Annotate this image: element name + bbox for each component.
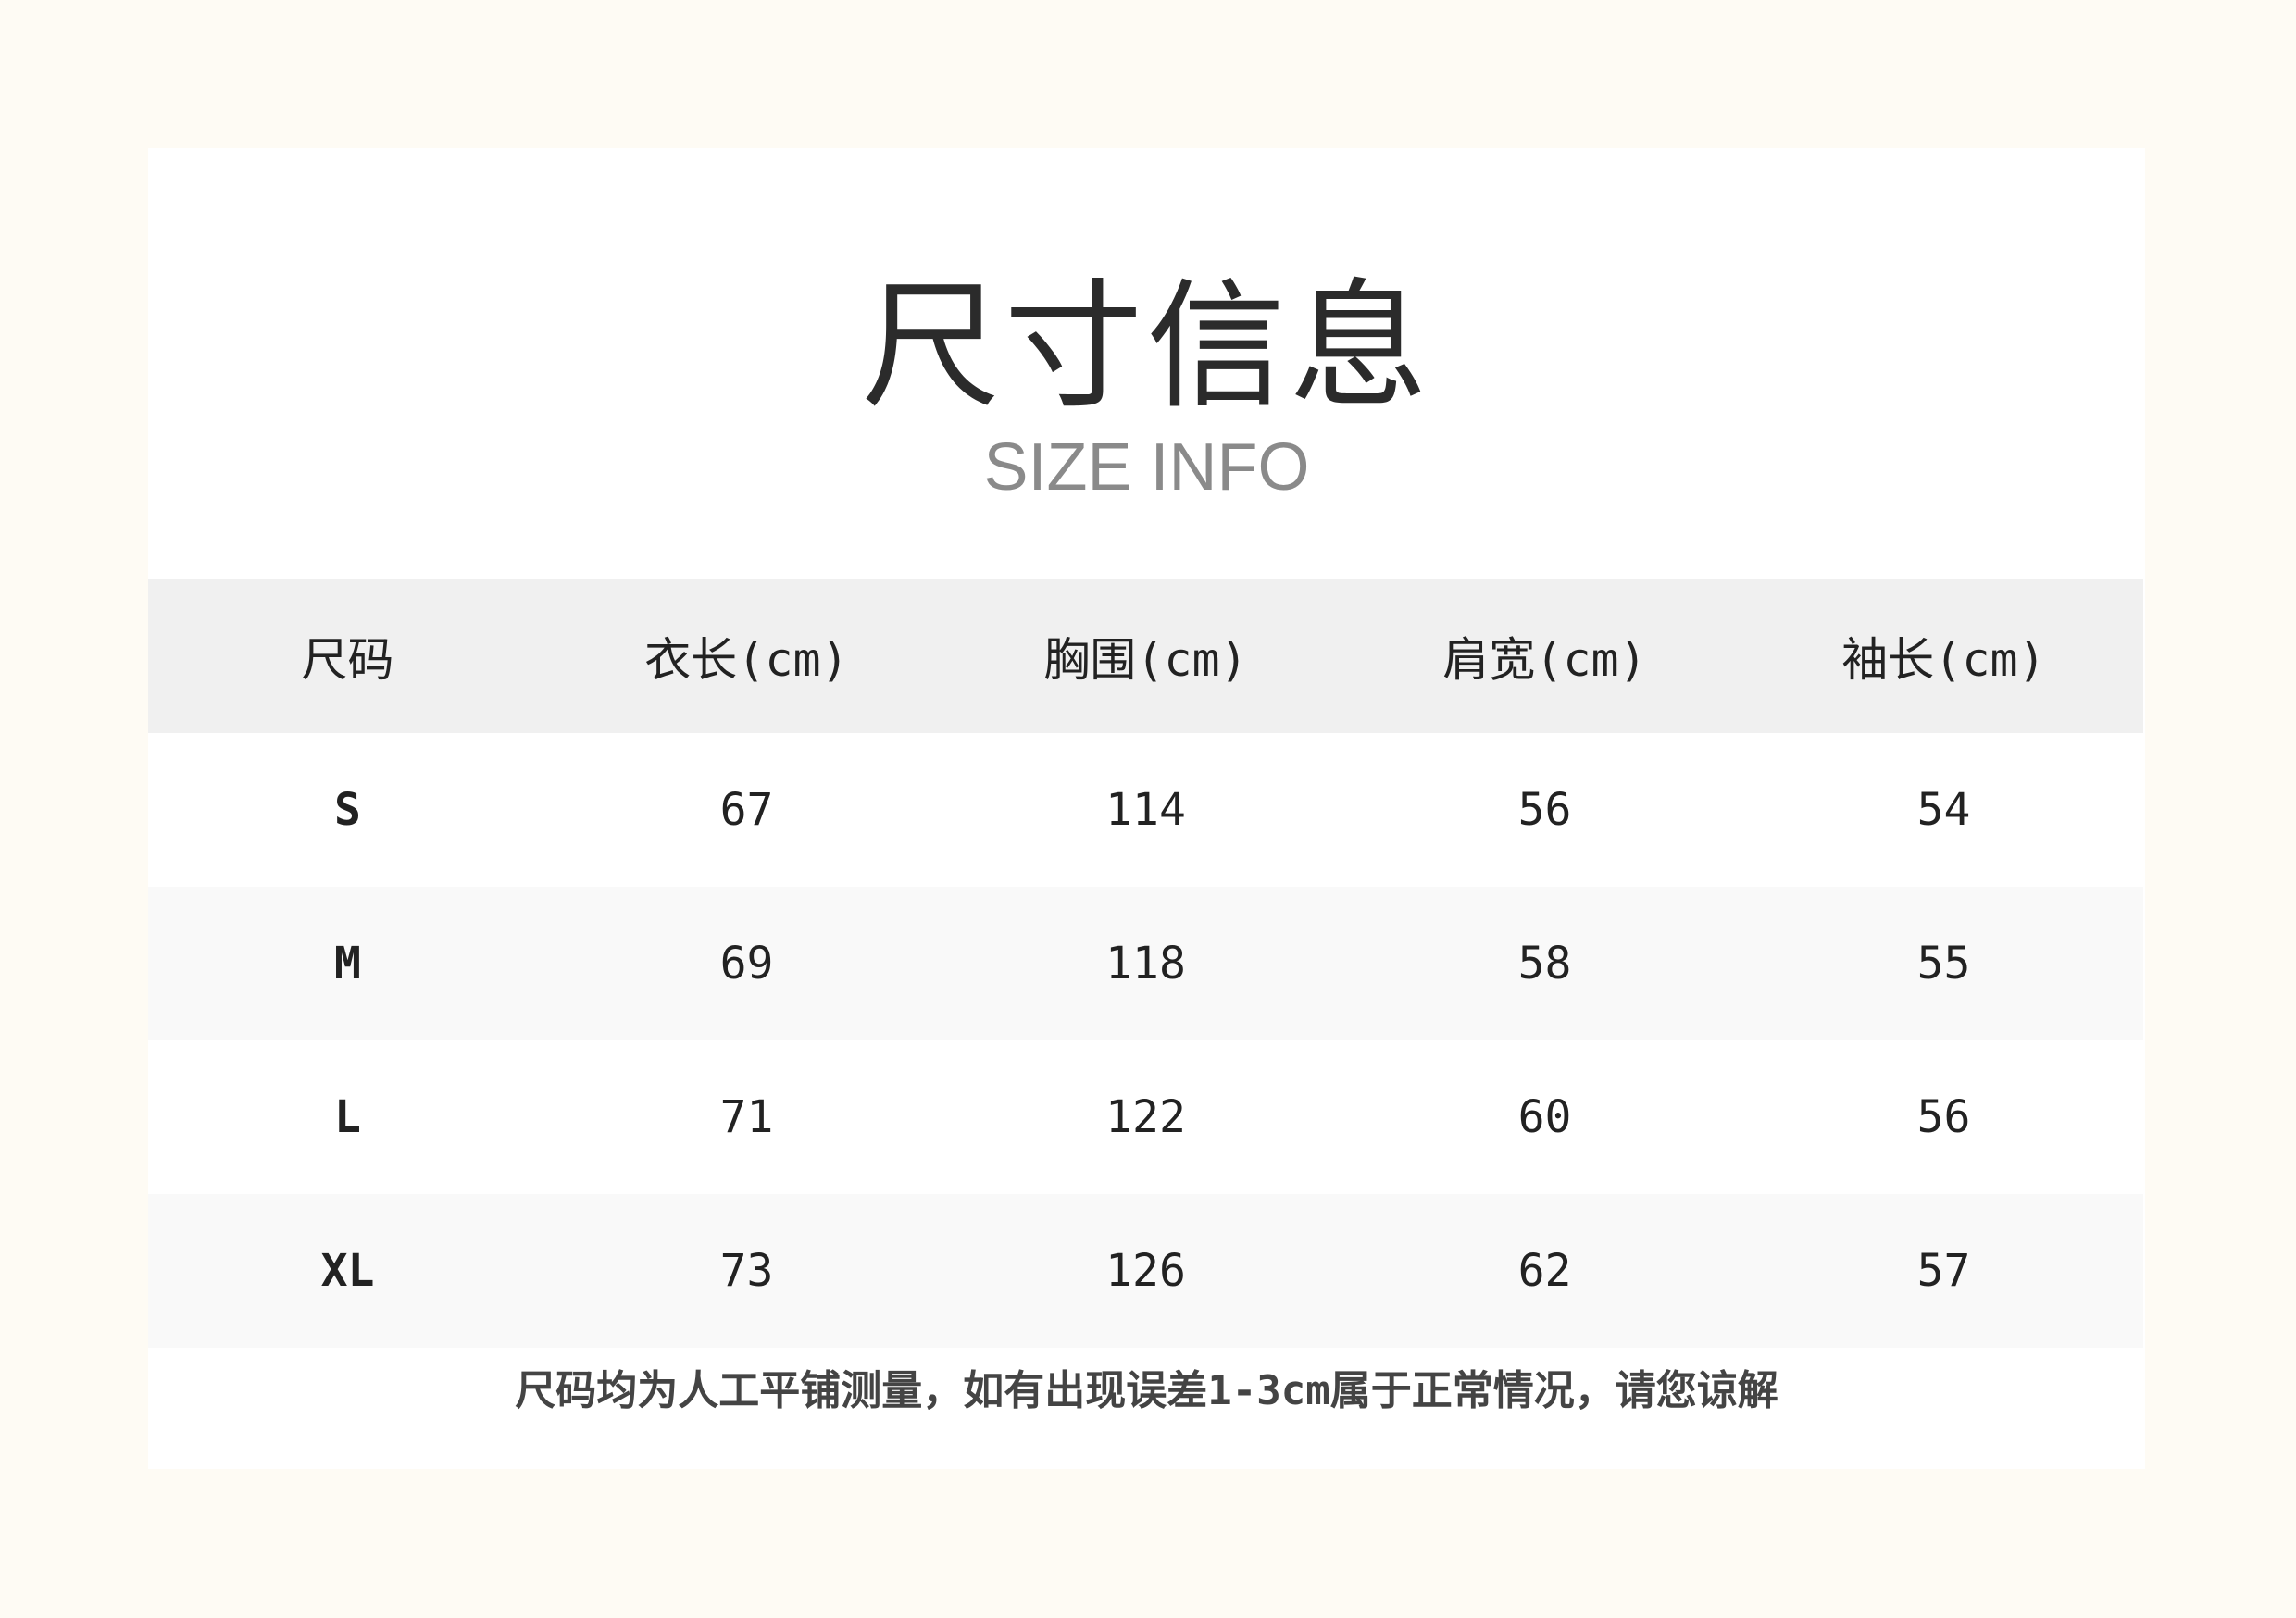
chest-cell: 118 <box>946 887 1345 1040</box>
sleeve-cell: 56 <box>1744 1040 2143 1194</box>
column-header-length: 衣长(cm) <box>547 579 946 733</box>
column-header-chest: 胸围(cm) <box>946 579 1345 733</box>
sleeve-cell: 57 <box>1744 1194 2143 1348</box>
chest-cell: 114 <box>946 733 1345 887</box>
length-cell: 67 <box>547 733 946 887</box>
size-cell: L <box>148 1040 547 1194</box>
page-title: 尺寸信息 <box>861 267 1432 428</box>
size-cell: XL <box>148 1194 547 1348</box>
size-table: 尺码 衣长(cm) 胸围(cm) 肩宽(cm) 袖长(cm) S 67 114 … <box>148 579 2143 1348</box>
column-header-size: 尺码 <box>148 579 547 733</box>
sleeve-cell: 54 <box>1744 733 2143 887</box>
sleeve-cell: 55 <box>1744 887 2143 1040</box>
table-row: L 71 122 60 56 <box>148 1040 2143 1194</box>
column-header-shoulder: 肩宽(cm) <box>1345 579 1744 733</box>
chest-cell: 122 <box>946 1040 1345 1194</box>
table-row: XL 73 126 62 57 <box>148 1194 2143 1348</box>
measurement-note: 尺码均为人工平铺测量，如有出现误差1-3cm属于正常情况，请您谅解 <box>515 1367 1778 1414</box>
length-cell: 71 <box>547 1040 946 1194</box>
size-cell: M <box>148 887 547 1040</box>
shoulder-cell: 60 <box>1345 1040 1744 1194</box>
size-cell: S <box>148 733 547 887</box>
table-row: M 69 118 58 55 <box>148 887 2143 1040</box>
chest-cell: 126 <box>946 1194 1345 1348</box>
table-row: S 67 114 56 54 <box>148 733 2143 887</box>
size-info-card: 尺寸信息 SIZE INFO 尺码 衣长(cm) 胸围(cm) 肩宽(cm) 袖… <box>148 148 2145 1469</box>
shoulder-cell: 58 <box>1345 887 1744 1040</box>
page-subtitle: SIZE INFO <box>983 430 1310 504</box>
length-cell: 69 <box>547 887 946 1040</box>
length-cell: 73 <box>547 1194 946 1348</box>
column-header-sleeve: 袖长(cm) <box>1744 579 2143 733</box>
table-header-row: 尺码 衣长(cm) 胸围(cm) 肩宽(cm) 袖长(cm) <box>148 579 2143 733</box>
shoulder-cell: 56 <box>1345 733 1744 887</box>
shoulder-cell: 62 <box>1345 1194 1744 1348</box>
